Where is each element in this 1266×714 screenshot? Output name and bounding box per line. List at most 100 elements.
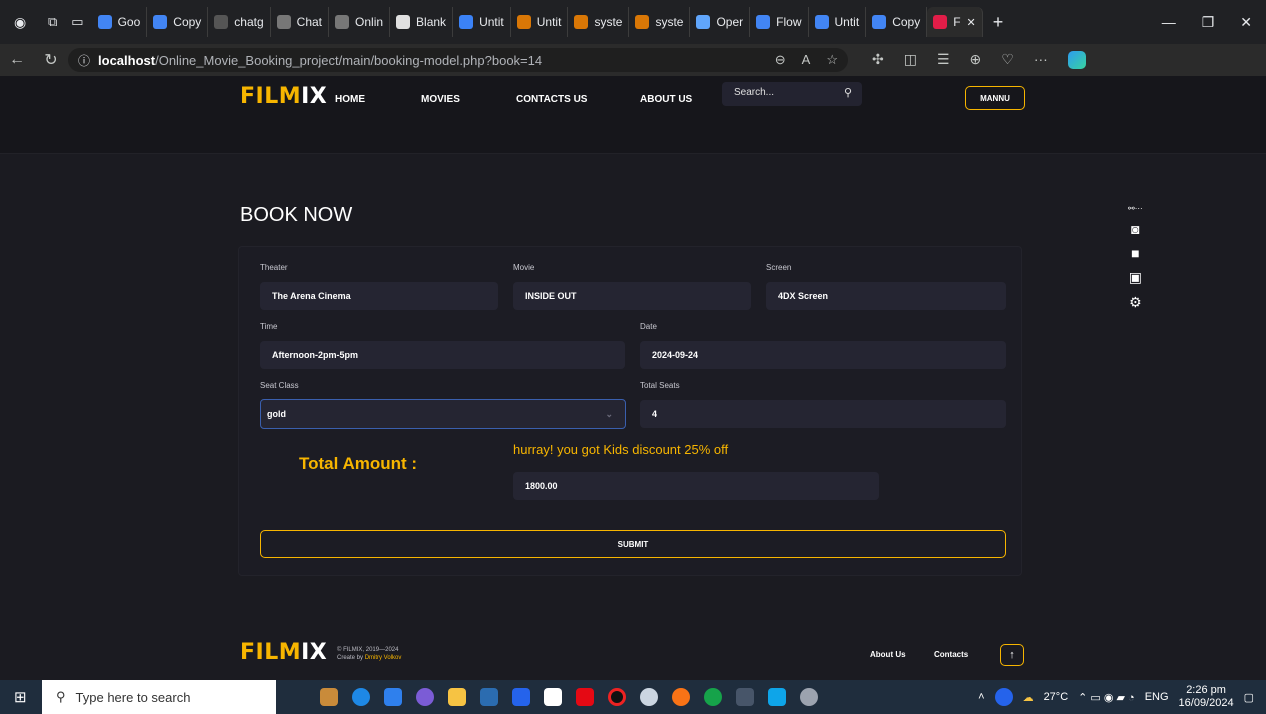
browser-tab[interactable]: Oper <box>690 7 751 37</box>
dropbox-icon[interactable] <box>480 688 498 706</box>
profile-icon[interactable]: ◉ <box>14 14 26 31</box>
language-indicator[interactable]: ENG <box>1145 691 1169 703</box>
browser-tab[interactable]: Copy <box>866 7 928 37</box>
nav-about-us[interactable]: ABOUT US <box>640 94 692 105</box>
tab-favicon-icon <box>459 15 474 29</box>
edge-app-icon[interactable] <box>352 688 370 706</box>
netflix-icon[interactable] <box>576 688 594 706</box>
browser-tab[interactable]: Onlin <box>329 7 391 37</box>
created-by-text: Create by <box>337 655 364 661</box>
browser-tab[interactable]: Untit <box>809 7 867 37</box>
screen-field[interactable]: 4DX Screen <box>766 282 1006 310</box>
footer-logo[interactable]: FILMIX <box>240 640 327 665</box>
tray-icons[interactable]: ⌃ ▭ ◉ ▰ ◔ <box>1078 691 1135 704</box>
browser-tab[interactable]: Blank <box>390 7 454 37</box>
footer-about-us[interactable]: About Us <box>870 650 906 659</box>
file-explorer-icon[interactable] <box>448 688 466 706</box>
terminal-icon[interactable] <box>736 688 754 706</box>
browser-tab[interactable]: Copy <box>147 7 209 37</box>
clock[interactable]: 2:26 pm 16/09/2024 <box>1179 684 1234 710</box>
settings-icon[interactable] <box>640 688 658 706</box>
browser-tab[interactable]: Chat <box>271 7 330 37</box>
window-icon[interactable]: ▣ <box>1129 269 1142 286</box>
split-screen-icon[interactable]: ◫ <box>904 51 917 69</box>
time-field[interactable]: Afternoon-2pm-5pm <box>260 341 625 369</box>
seat-class-select[interactable]: gold ⌄ <box>260 399 626 429</box>
collections-icon[interactable]: ⊕ <box>970 51 982 69</box>
browser-tab[interactable]: Untit <box>453 7 511 37</box>
browser-tab[interactable]: syste <box>568 7 630 37</box>
vscode-icon[interactable] <box>768 688 786 706</box>
author-link[interactable]: Dmitry Volkov <box>365 655 402 661</box>
restore-icon[interactable]: ❐ <box>1202 14 1215 31</box>
performance-icon[interactable]: ♡ <box>1001 51 1014 69</box>
info-icon[interactable]: ⓘ <box>78 52 90 69</box>
discount-message: hurray! you got Kids discount 25% off <box>513 442 729 457</box>
tab-favicon-icon <box>574 15 589 29</box>
weather-temp[interactable]: 27°C <box>1044 691 1069 703</box>
nav-home[interactable]: HOME <box>335 94 365 105</box>
browser-tab[interactable]: Goo <box>92 7 148 37</box>
more-menu-icon[interactable]: ··· <box>1034 51 1048 69</box>
app-icon[interactable] <box>800 688 818 706</box>
tab-label: Untit <box>479 15 504 29</box>
scroll-to-top-button[interactable]: ↑ <box>1000 644 1024 666</box>
total-amount-field[interactable]: 1800.00 <box>513 472 879 500</box>
site-logo[interactable]: FILMIX <box>240 84 327 109</box>
notification-icon[interactable]: ▢ <box>1244 691 1254 704</box>
browser-tab[interactable]: Untit <box>511 7 569 37</box>
movie-field[interactable]: INSIDE OUT <box>513 282 751 310</box>
favorites-icon[interactable]: ☰ <box>937 51 950 69</box>
close-tab-icon[interactable]: ✕ <box>967 16 976 29</box>
store-icon[interactable] <box>512 688 530 706</box>
refresh-icon[interactable]: ↻ <box>34 50 68 70</box>
total-seats-field[interactable]: 4 <box>640 400 1006 428</box>
tab-actions-menu-icon[interactable]: ▭ <box>71 14 83 30</box>
nav-movies[interactable]: MOVIES <box>421 94 460 105</box>
submit-button[interactable]: SUBMIT <box>260 530 1006 558</box>
kangaroo-widget-icon[interactable] <box>320 688 338 706</box>
read-aloud-icon[interactable]: A <box>802 52 811 68</box>
record-icon[interactable] <box>608 688 626 706</box>
gear-icon[interactable]: ⚙ <box>1129 294 1142 311</box>
upwork-icon[interactable] <box>704 688 722 706</box>
browser-tab[interactable]: chatg <box>208 7 271 37</box>
close-icon[interactable]: ✕ <box>1240 14 1252 31</box>
chrome-icon[interactable] <box>672 688 690 706</box>
app-icon[interactable] <box>416 688 434 706</box>
taskbar-search[interactable]: ⚲ Type here to search <box>42 680 276 714</box>
mail-app-icon[interactable] <box>384 688 402 706</box>
browser-tab[interactable]: syste <box>629 7 691 37</box>
new-tab-button[interactable]: + <box>993 12 1004 33</box>
copilot-icon[interactable] <box>1067 51 1086 69</box>
tab-label: syste <box>594 15 623 29</box>
extensions-icon[interactable]: ✣ <box>872 51 884 69</box>
video-icon[interactable]: ■ <box>1131 245 1139 261</box>
url-field[interactable]: ⓘ localhost/Online_Movie_Booking_project… <box>68 48 848 72</box>
date-field[interactable]: 2024-09-24 <box>640 341 1006 369</box>
tab-label: syste <box>655 15 684 29</box>
browser-tab[interactable]: Flow <box>750 7 809 37</box>
zoom-icon[interactable]: ⊖ <box>775 52 786 68</box>
nav-contacts-us[interactable]: CONTACTS US <box>516 94 587 105</box>
favorite-star-icon[interactable]: ☆ <box>826 52 838 68</box>
minimize-icon[interactable]: — <box>1162 14 1176 31</box>
help-icon[interactable] <box>994 688 1013 706</box>
link-icon[interactable]: ⚯··· <box>1128 204 1143 213</box>
site-search-input[interactable]: Search... ⚲ <box>722 82 862 106</box>
weather-icon[interactable]: ☁ <box>1023 691 1034 704</box>
chevron-up-icon[interactable]: ˄ <box>978 691 984 703</box>
workspaces-icon[interactable]: ⧉ <box>48 14 57 30</box>
tab-favicon-icon <box>335 15 350 29</box>
user-account-button[interactable]: MANNU <box>965 86 1025 110</box>
footer-contacts[interactable]: Contacts <box>934 650 968 659</box>
camera-icon[interactable]: ◙ <box>1131 221 1139 237</box>
amazon-icon[interactable] <box>544 688 562 706</box>
chevron-down-icon: ⌄ <box>605 408 613 419</box>
theater-field[interactable]: The Arena Cinema <box>260 282 498 310</box>
tab-favicon-icon <box>214 15 229 29</box>
search-icon[interactable]: ⚲ <box>844 86 852 99</box>
browser-tab[interactable]: F ✕ <box>927 7 983 37</box>
back-icon[interactable]: ← <box>0 51 34 69</box>
windows-start-icon[interactable]: ⊞ <box>0 688 30 706</box>
